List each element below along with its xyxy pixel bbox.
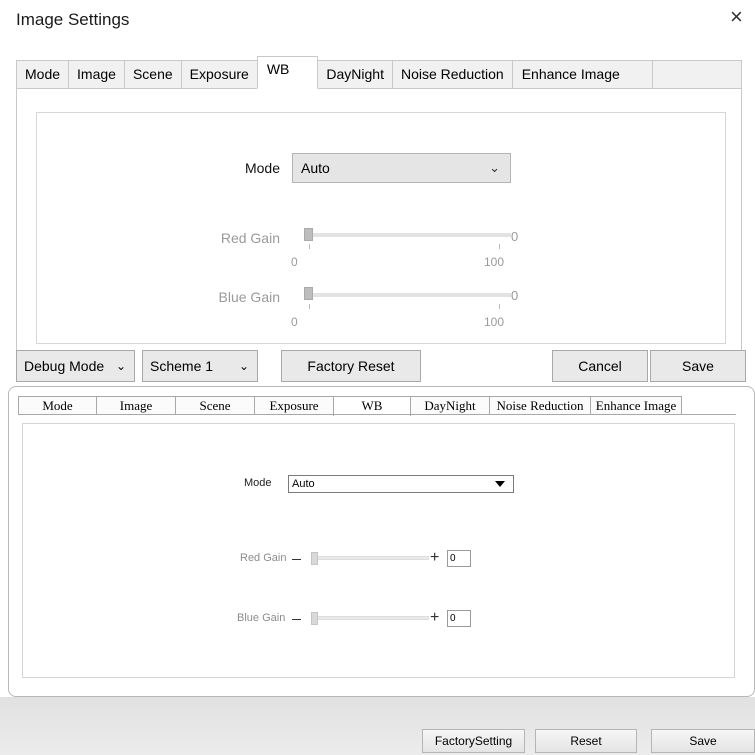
legacy-tab-underline [18,414,736,415]
blue-gain-slider-thumb[interactable] [304,287,313,300]
triangle-down-icon [495,481,505,487]
scheme-select[interactable]: Scheme 1 ⌄ [142,350,258,382]
legacy-tab-enhance-image[interactable]: Enhance Image [590,396,682,415]
mode-select-value: Auto [301,160,330,176]
legacy-tab-scene[interactable]: Scene [175,396,255,415]
reset-button[interactable]: Reset [535,729,637,753]
scheme-value: Scheme 1 [150,358,214,374]
top-tab-bar: Mode Image Scene Exposure WB DayNight No… [16,56,653,89]
red-gain-value: 0 [511,229,519,244]
blue-gain-value: 0 [511,288,519,303]
red-gain-decrease-button[interactable] [292,559,301,560]
chevron-down-icon: ⌄ [238,359,249,373]
legacy-blue-gain-input[interactable]: 0 [447,610,471,627]
legacy-tab-bar: Mode Image Scene Exposure WB DayNight No… [18,396,682,416]
tab-enhance-image[interactable]: Enhance Image [511,60,653,89]
cancel-button[interactable]: Cancel [552,350,648,382]
blue-gain-min-label: 0 [291,315,298,329]
legacy-tab-wb[interactable]: WB [333,396,411,416]
chevron-down-icon: ⌄ [115,359,126,373]
legacy-tab-image[interactable]: Image [96,396,176,415]
legacy-tab-daynight[interactable]: DayNight [410,396,490,415]
blue-gain-decrease-button[interactable] [292,619,301,620]
blue-gain-tick-min [309,304,310,309]
legacy-tab-noise-reduction[interactable]: Noise Reduction [489,396,591,415]
factory-setting-button[interactable]: FactorySetting [422,729,525,753]
legacy-red-gain-input[interactable]: 0 [447,550,471,567]
debug-mode-value: Debug Mod​e [24,358,105,374]
legacy-blue-gain-label: Blue Gain [237,612,286,624]
save-button[interactable]: Save [650,350,746,382]
tab-scene[interactable]: Scene [123,60,182,89]
red-gain-tick-min [309,244,310,249]
legacy-red-gain-thumb[interactable] [311,552,318,565]
dialog-title: Image Settings [16,10,130,29]
red-gain-increase-button[interactable]: + [430,550,439,566]
blue-gain-slider[interactable] [306,293,511,297]
legacy-mode-value: Auto [292,478,315,490]
red-gain-tick-max [499,244,500,249]
factory-reset-button[interactable]: Factory Reset [281,350,421,382]
red-gain-slider[interactable] [306,233,511,237]
legacy-save-button[interactable]: Save [651,729,755,753]
red-gain-max-label: 100 [484,255,505,269]
legacy-red-gain-label: Red Gain [240,552,287,564]
blue-gain-tick-max [499,304,500,309]
legacy-mode-label: Mode [244,477,272,489]
tab-wb[interactable]: WB [256,56,319,89]
debug-mode-select[interactable]: Debug Mod​e ⌄ [16,350,135,382]
tab-exposure[interactable]: Exposure [180,60,258,89]
chevron-down-icon: ⌄ [489,160,500,175]
tab-noise-reduction[interactable]: Noise Reduction [391,60,513,89]
red-gain-min-label: 0 [291,255,298,269]
footer-bar [0,697,755,755]
blue-gain-label: Blue Gain [218,289,280,305]
mode-select[interactable]: Auto ⌄ [292,153,511,183]
red-gain-slider-thumb[interactable] [304,228,313,241]
legacy-blue-gain-thumb[interactable] [311,612,318,625]
legacy-blue-gain-slider[interactable] [311,616,429,620]
close-icon[interactable]: × [730,6,743,28]
legacy-tab-mode[interactable]: Mode [18,396,97,415]
legacy-tab-exposure[interactable]: Exposure [254,396,334,415]
legacy-wb-box [22,423,735,678]
blue-gain-max-label: 100 [484,315,505,329]
legacy-mode-select[interactable]: Auto [288,475,514,493]
tab-image[interactable]: Image [68,60,125,89]
tab-daynight[interactable]: DayNight [317,60,393,89]
wb-settings-box [36,112,726,344]
tab-mode[interactable]: Mode [16,60,70,89]
mode-label: Mode [244,160,280,176]
red-gain-label: Red Gain [220,230,280,246]
legacy-red-gain-slider[interactable] [311,556,429,560]
blue-gain-increase-button[interactable]: + [430,610,439,626]
